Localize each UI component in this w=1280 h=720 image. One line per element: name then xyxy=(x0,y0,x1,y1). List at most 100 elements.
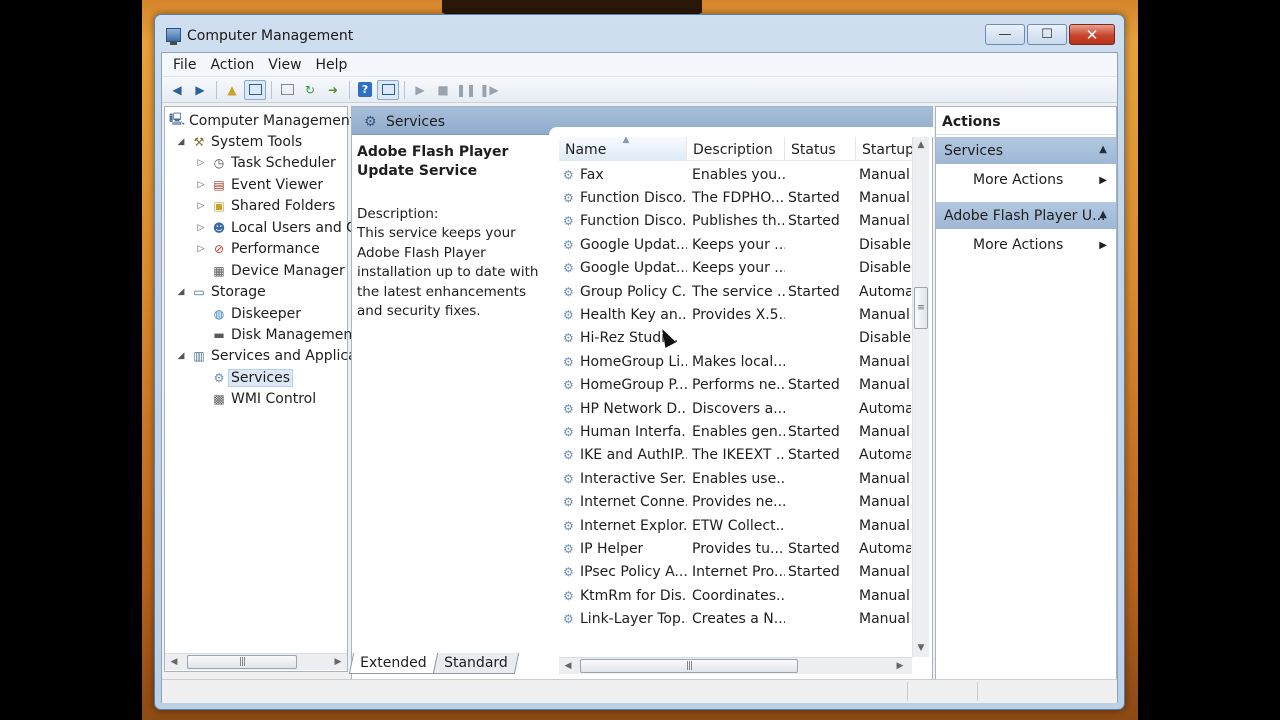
table-row[interactable]: ⚙ Google Updat... Keeps your ... Disable xyxy=(559,257,915,280)
actions-section-services[interactable]: Services ▲ xyxy=(936,136,1116,164)
scrollbar-thumb[interactable]: ||| xyxy=(187,655,297,669)
collapsed-arrow-icon[interactable]: ▷ xyxy=(195,201,207,211)
collapse-icon[interactable]: ▲ xyxy=(1099,209,1107,220)
expanded-arrow-icon[interactable]: ◢ xyxy=(175,287,187,297)
caption-buttons: — ☐ ✕ xyxy=(983,24,1115,47)
properties-button[interactable] xyxy=(276,80,298,100)
column-header-name[interactable]: ▲ Name xyxy=(559,137,687,161)
table-row[interactable]: ⚙ Internet Explor... ETW Collect... Manual xyxy=(559,514,915,537)
tree-item-wmi-control[interactable]: ▩ WMI Control xyxy=(195,389,316,410)
services-horizontal-scrollbar[interactable]: ◀ ||| ▶ xyxy=(559,657,912,674)
collapsed-arrow-icon[interactable]: ▷ xyxy=(195,158,207,168)
table-row[interactable]: ⚙ Group Policy C... The service ... Started… xyxy=(559,280,915,303)
menu-help[interactable]: Help xyxy=(309,57,355,73)
pause-icon: ❚❚ xyxy=(455,82,477,97)
help-button[interactable]: ? xyxy=(354,80,376,100)
close-button[interactable]: ✕ xyxy=(1069,24,1115,45)
table-row[interactable]: ⚙ IP Helper Provides tu... Started Automa xyxy=(559,537,915,560)
table-row[interactable]: ⚙ Function Disco... The FDPHO... Started Man… xyxy=(559,186,915,209)
maximize-button[interactable]: ☐ xyxy=(1027,24,1067,45)
service-name-cell: ⚙ HP Network D... xyxy=(559,401,687,417)
table-row[interactable]: ⚙ Google Updat... Keeps your ... Disable xyxy=(559,233,915,256)
tree-item-disk-management[interactable]: ▬ Disk Management xyxy=(195,325,357,346)
stop-service-button[interactable]: ■ xyxy=(432,80,454,100)
stop-icon: ■ xyxy=(437,82,449,97)
column-header-startup[interactable]: Startup xyxy=(856,137,915,161)
expanded-arrow-icon[interactable]: ◢ xyxy=(175,351,187,361)
tab-standard-label: Standard xyxy=(443,655,508,671)
title-bar[interactable]: Computer Management — ☐ ✕ xyxy=(155,15,1124,49)
expanded-arrow-icon[interactable]: ◢ xyxy=(175,137,187,147)
menu-file[interactable]: File xyxy=(166,57,203,73)
tree-horizontal-scrollbar[interactable]: ◀ ||| ▶ xyxy=(165,653,347,670)
table-row[interactable]: ⚙ Interactive Ser... Enables use... Manual xyxy=(559,467,915,490)
scroll-up-icon[interactable]: ▲ xyxy=(914,138,928,152)
gear-icon: ⚙ xyxy=(213,370,225,385)
collapsed-arrow-icon[interactable]: ▷ xyxy=(195,180,207,190)
collapse-icon[interactable]: ▲ xyxy=(1099,144,1107,155)
table-row[interactable]: ⚙ HP Network D... Discovers a... Automa xyxy=(559,397,915,420)
service-gear-icon: ⚙ xyxy=(563,541,574,556)
tree-item-storage[interactable]: ◢ ▭ Storage xyxy=(175,282,266,303)
table-row[interactable]: ⚙ Internet Conne... Provides ne... Manual xyxy=(559,490,915,513)
scrollbar-thumb[interactable]: ||| xyxy=(580,659,798,673)
collapsed-arrow-icon[interactable]: ▷ xyxy=(195,223,207,233)
tree-item-local-users-and-gr[interactable]: ▷ ☻ Local Users and Gr xyxy=(195,217,363,238)
tree-item-shared-folders[interactable]: ▷ ▣ Shared Folders xyxy=(195,196,336,217)
scroll-down-icon[interactable]: ▼ xyxy=(914,641,928,655)
refresh-button[interactable]: ↻ xyxy=(299,80,321,100)
tree-item-services[interactable]: ⚙ Services xyxy=(195,367,294,388)
minimize-button[interactable]: — xyxy=(985,24,1025,45)
toolbar-separator xyxy=(216,80,217,99)
actions-section-adobe-flash[interactable]: Adobe Flash Player U... ▲ xyxy=(936,201,1116,229)
column-header-description[interactable]: Description xyxy=(687,137,785,161)
tree-item-performance[interactable]: ▷ ⊘ Performance xyxy=(195,239,320,260)
scroll-left-icon[interactable]: ◀ xyxy=(561,659,575,673)
tree-item-computer-management[interactable]: 🖳 Computer Management xyxy=(169,110,355,131)
tree-item-task-scheduler[interactable]: ▷ ◷ Task Scheduler xyxy=(195,153,336,174)
restart-service-button[interactable]: ❚▶ xyxy=(478,80,500,100)
service-description: Keeps your ... xyxy=(692,260,785,277)
pause-service-button[interactable]: ❚❚ xyxy=(455,80,477,100)
table-row[interactable]: ⚙ HomeGroup P... Performs ne... Started Manu… xyxy=(559,374,915,397)
forward-button[interactable]: ▶ xyxy=(189,80,211,100)
export-list-button[interactable]: ➜ xyxy=(322,80,344,100)
menu-action[interactable]: Action xyxy=(203,57,261,73)
tree-item-diskeeper[interactable]: ◍ Diskeeper xyxy=(195,303,301,324)
column-header-status-label: Status xyxy=(791,142,836,158)
table-row[interactable]: ⚙ Function Disco... Publishes th... Started… xyxy=(559,210,915,233)
start-service-button[interactable]: ▶ xyxy=(409,80,431,100)
menu-view[interactable]: View xyxy=(261,57,308,73)
scroll-left-icon[interactable]: ◀ xyxy=(167,655,181,669)
tree-item-device-manager[interactable]: ▦ Device Manager xyxy=(195,260,344,281)
up-level-button[interactable]: ▲ xyxy=(221,80,243,100)
show-hide-action-pane-button[interactable] xyxy=(377,79,399,100)
table-row[interactable]: ⚙ IPsec Policy A... Internet Pro... Started… xyxy=(559,561,915,584)
tree-item-system-tools[interactable]: ◢ ⚒ System Tools xyxy=(175,131,303,152)
table-row[interactable]: ⚙ Health Key an... Provides X.5... Manual xyxy=(559,303,915,326)
table-row[interactable]: ⚙ Hi-Rez Studi... Disable xyxy=(559,327,915,350)
more-actions-services[interactable]: More Actions ▶ xyxy=(936,167,1116,193)
services-vertical-scrollbar[interactable]: ▲ ≡ ▼ xyxy=(912,137,929,657)
services-pane: ⚙ Services Adobe Flash Player Update Ser… xyxy=(351,106,934,690)
scrollbar-thumb[interactable]: ≡ xyxy=(914,287,928,329)
table-row[interactable]: ⚙ Link-Layer Top... Creates a N... Manual xyxy=(559,607,915,630)
table-row[interactable]: ⚙ KtmRm for Dis... Coordinates... Manual xyxy=(559,584,915,607)
column-header-status[interactable]: Status xyxy=(785,137,856,161)
table-row[interactable]: ⚙ HomeGroup Li... Makes local... Manual xyxy=(559,350,915,373)
table-row[interactable]: ⚙ IKE and AuthIP... The IKEEXT ... Started A… xyxy=(559,444,915,467)
service-description: ETW Collect... xyxy=(692,517,785,534)
tree-item-event-viewer[interactable]: ▷ ▤ Event Viewer xyxy=(195,174,324,195)
scroll-right-icon[interactable]: ▶ xyxy=(893,659,907,673)
show-hide-tree-button[interactable] xyxy=(244,79,266,100)
tab-extended[interactable]: Extended xyxy=(348,653,438,674)
scroll-right-icon[interactable]: ▶ xyxy=(331,655,345,669)
tab-standard[interactable]: Standard xyxy=(432,653,519,674)
table-row[interactable]: ⚙ Fax Enables you... Manual xyxy=(559,163,915,186)
tree-item-services-and-applicat[interactable]: ◢ ▥ Services and Applicat xyxy=(175,346,363,367)
collapsed-arrow-icon[interactable]: ▷ xyxy=(195,244,207,254)
service-rows: ⚙ Fax Enables you... Manual ⚙ Function Disco.… xyxy=(559,163,915,631)
back-button[interactable]: ◀ xyxy=(166,80,188,100)
more-actions-adobe-flash[interactable]: More Actions ▶ xyxy=(936,232,1116,258)
table-row[interactable]: ⚙ Human Interfa... Enables gen... Started Ma… xyxy=(559,420,915,443)
